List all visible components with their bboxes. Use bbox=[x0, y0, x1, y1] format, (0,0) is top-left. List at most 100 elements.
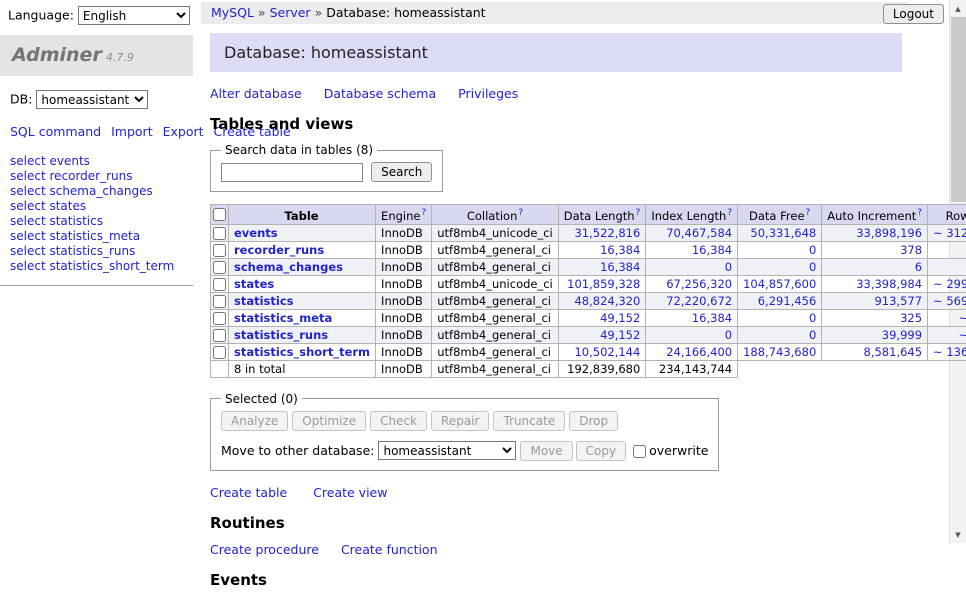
data-length-link[interactable]: 31,522,816 bbox=[574, 226, 640, 240]
breadcrumb-mysql-link[interactable]: MySQL bbox=[211, 5, 254, 20]
sidebar-table-link[interactable]: select statistics_short_term bbox=[10, 259, 183, 273]
data-length-link[interactable]: 49,152 bbox=[600, 328, 640, 342]
row-select-checkbox[interactable] bbox=[213, 278, 226, 291]
column-help-link[interactable]: ? bbox=[727, 208, 732, 218]
auto-increment-link[interactable]: 913,577 bbox=[874, 294, 922, 308]
rows-count-link[interactable]: ~ 299,833 bbox=[933, 277, 966, 291]
row-select-checkbox[interactable] bbox=[213, 329, 226, 342]
index-length-link[interactable]: 16,384 bbox=[692, 311, 732, 325]
data-free-link[interactable]: 0 bbox=[809, 243, 816, 257]
scrollbar-thumb[interactable] bbox=[951, 17, 966, 202]
select-all-checkbox[interactable] bbox=[213, 208, 226, 221]
database-action-link[interactable]: Database schema bbox=[324, 86, 436, 101]
routine-link[interactable]: Create function bbox=[341, 542, 438, 557]
auto-increment-link[interactable]: 39,999 bbox=[882, 328, 922, 342]
index-length-link[interactable]: 16,384 bbox=[692, 243, 732, 257]
routine-link[interactable]: Create procedure bbox=[210, 542, 319, 557]
auto-increment-link[interactable]: 378 bbox=[900, 243, 922, 257]
table-name-link[interactable]: statistics_short_term bbox=[234, 345, 370, 359]
sidebar-table-link[interactable]: select statistics bbox=[10, 214, 183, 228]
sidebar-action-link[interactable]: Import bbox=[111, 124, 153, 139]
data-free-link[interactable]: 6,291,456 bbox=[758, 294, 817, 308]
column-help-link[interactable]: ? bbox=[917, 208, 922, 218]
column-header-label[interactable]: Data Free bbox=[749, 209, 805, 223]
scrollbar-down-icon[interactable]: ▼ bbox=[950, 526, 966, 543]
data-length-link[interactable]: 10,502,144 bbox=[574, 345, 640, 359]
move-db-select[interactable]: homeassistant bbox=[378, 441, 516, 460]
auto-increment-link[interactable]: 6 bbox=[915, 260, 922, 274]
search-input[interactable] bbox=[221, 163, 363, 182]
app-name[interactable]: Adminer bbox=[12, 44, 102, 66]
index-length-link[interactable]: 72,220,672 bbox=[666, 294, 732, 308]
data-free-link[interactable]: 188,743,680 bbox=[743, 345, 816, 359]
auto-increment-link[interactable]: 325 bbox=[900, 311, 922, 325]
overwrite-checkbox[interactable] bbox=[633, 445, 646, 458]
table-name-link[interactable]: states bbox=[234, 277, 274, 291]
table-name-link[interactable]: statistics_runs bbox=[234, 328, 328, 342]
operation-button[interactable]: Truncate bbox=[493, 411, 565, 431]
sidebar-action-link[interactable]: SQL command bbox=[10, 124, 101, 139]
copy-button[interactable]: Copy bbox=[576, 441, 626, 461]
index-length-link[interactable]: 67,256,320 bbox=[666, 277, 732, 291]
rows-count-link[interactable]: ~ 569,159 bbox=[933, 294, 966, 308]
breadcrumb-server-link[interactable]: Server bbox=[270, 5, 311, 20]
data-free-link[interactable]: 50,331,648 bbox=[750, 226, 816, 240]
move-button[interactable]: Move bbox=[520, 441, 572, 461]
row-select-checkbox[interactable] bbox=[213, 295, 226, 308]
operation-button[interactable]: Drop bbox=[569, 411, 618, 431]
sidebar-table-link[interactable]: select recorder_runs bbox=[10, 169, 183, 183]
data-free-link[interactable]: 0 bbox=[809, 311, 816, 325]
database-action-link[interactable]: Alter database bbox=[210, 86, 302, 101]
column-header-label[interactable]: Index Length bbox=[651, 209, 726, 223]
rows-count-link[interactable]: ~ 136,108 bbox=[933, 345, 966, 359]
index-length-link[interactable]: 0 bbox=[725, 260, 732, 274]
sidebar-table-link[interactable]: select events bbox=[10, 154, 183, 168]
row-select-checkbox[interactable] bbox=[213, 227, 226, 240]
index-length-link[interactable]: 70,467,584 bbox=[666, 226, 732, 240]
data-length-link[interactable]: 101,859,328 bbox=[567, 277, 640, 291]
column-help-link[interactable]: ? bbox=[518, 208, 523, 218]
column-header-label[interactable]: Rows bbox=[946, 209, 966, 223]
create-link[interactable]: Create table bbox=[210, 485, 287, 500]
operation-button[interactable]: Analyze bbox=[221, 411, 288, 431]
row-select-checkbox[interactable] bbox=[213, 312, 226, 325]
data-length-link[interactable]: 48,824,320 bbox=[574, 294, 640, 308]
rows-count-link[interactable]: ~ 312,180 bbox=[933, 226, 966, 240]
operation-button[interactable]: Repair bbox=[431, 411, 489, 431]
language-select[interactable]: English bbox=[78, 6, 190, 25]
scrollbar-up-icon[interactable]: ▲ bbox=[950, 0, 966, 17]
row-select-checkbox[interactable] bbox=[213, 244, 226, 257]
index-length-link[interactable]: 24,166,400 bbox=[666, 345, 732, 359]
table-name-link[interactable]: statistics bbox=[234, 294, 294, 308]
rows-count-link[interactable]: ~ 244 bbox=[959, 311, 966, 325]
column-header-label[interactable]: Table bbox=[284, 209, 318, 223]
column-help-link[interactable]: ? bbox=[806, 208, 811, 218]
table-name-link[interactable]: recorder_runs bbox=[234, 243, 324, 257]
sidebar-table-link[interactable]: select schema_changes bbox=[10, 184, 183, 198]
db-select[interactable]: homeassistant bbox=[36, 90, 148, 109]
table-name-link[interactable]: statistics_meta bbox=[234, 311, 332, 325]
sidebar-table-link[interactable]: select states bbox=[10, 199, 183, 213]
operation-button[interactable]: Check bbox=[370, 411, 427, 431]
index-length-link[interactable]: 0 bbox=[725, 328, 732, 342]
sidebar-action-link[interactable]: Export bbox=[163, 124, 204, 139]
row-select-checkbox[interactable] bbox=[213, 261, 226, 274]
data-length-link[interactable]: 16,384 bbox=[600, 243, 640, 257]
create-link[interactable]: Create view bbox=[313, 485, 387, 500]
column-header-label[interactable]: Data Length bbox=[564, 209, 635, 223]
data-free-link[interactable]: 104,857,600 bbox=[743, 277, 816, 291]
database-action-link[interactable]: Privileges bbox=[458, 86, 518, 101]
data-free-link[interactable]: 0 bbox=[809, 260, 816, 274]
column-header-label[interactable]: Auto Increment bbox=[827, 209, 916, 223]
column-header-label[interactable]: Collation bbox=[467, 209, 518, 223]
sidebar-table-link[interactable]: select statistics_meta bbox=[10, 229, 183, 243]
rows-count-link[interactable]: ~ 628 bbox=[959, 328, 966, 342]
operation-button[interactable]: Optimize bbox=[292, 411, 366, 431]
column-help-link[interactable]: ? bbox=[421, 208, 426, 218]
auto-increment-link[interactable]: 33,898,196 bbox=[856, 226, 922, 240]
column-help-link[interactable]: ? bbox=[636, 208, 641, 218]
logout-button[interactable]: Logout bbox=[883, 4, 944, 24]
data-free-link[interactable]: 0 bbox=[809, 328, 816, 342]
data-length-link[interactable]: 49,152 bbox=[600, 311, 640, 325]
search-button[interactable]: Search bbox=[371, 162, 432, 182]
